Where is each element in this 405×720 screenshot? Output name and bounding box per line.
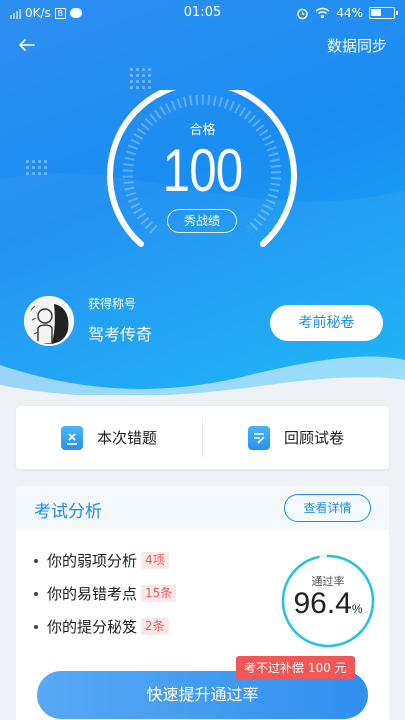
avatar[interactable]	[24, 296, 74, 346]
pass-rate-value: 96.4%	[279, 587, 377, 621]
status-bar: 0K/s B 01:05 44%	[0, 0, 405, 28]
pass-rate-number: 96.4	[293, 587, 352, 620]
compensation-badge: 考不过补偿 100 元	[236, 656, 355, 679]
title-caption: 获得称号	[88, 297, 137, 311]
count-badge: 15条	[141, 585, 177, 602]
review-paper-button[interactable]: 回顾试卷	[203, 406, 389, 469]
analysis-item-label: 你的提分秘笈	[47, 618, 138, 636]
count-badge: 4项	[141, 552, 169, 569]
user-title: 驾考传奇	[88, 325, 153, 344]
analysis-title: 考试分析	[34, 502, 102, 522]
exam-analysis-card: 考试分析 查看详情 你的弱项分析 4项 你的易错考点 15条 你的提分秘笈 2条…	[16, 486, 389, 720]
bullet	[34, 591, 38, 596]
pass-rate-unit: %	[351, 602, 363, 616]
sync-data-button[interactable]: 数据同步	[327, 35, 387, 56]
pre-exam-secret-button[interactable]: 考前秘卷	[270, 305, 383, 341]
review-paper-label: 回顾试卷	[283, 429, 344, 447]
user-avatar-icon	[26, 298, 72, 344]
battery-percent: 44%	[336, 6, 363, 20]
back-arrow-icon	[19, 39, 35, 51]
count-badge: 2条	[141, 618, 169, 635]
back-button[interactable]	[14, 32, 40, 58]
analysis-item-weak[interactable]: 你的弱项分析 4项	[34, 550, 169, 571]
bullet	[34, 558, 38, 563]
analysis-item-error-prone[interactable]: 你的易错考点 15条	[34, 583, 177, 604]
wrong-questions-button[interactable]: 本次错题	[16, 406, 202, 469]
view-details-button[interactable]: 查看详情	[284, 494, 371, 522]
wrong-questions-label: 本次错题	[96, 429, 157, 447]
battery-icon	[369, 7, 398, 19]
pass-status: 合格	[189, 123, 216, 138]
wifi-icon	[315, 7, 330, 19]
analysis-item-tips[interactable]: 你的提分秘笈 2条	[34, 616, 169, 637]
show-results-button[interactable]: 秀战绩	[167, 209, 237, 233]
actions-card: 本次错题 回顾试卷	[16, 406, 389, 469]
analysis-item-label: 你的易错考点	[47, 585, 138, 603]
result-hero: 0K/s B 01:05 44% 数据同步 合格 100 秀战绩 获得称号 驾考…	[0, 0, 405, 395]
alarm-icon	[297, 8, 309, 19]
analysis-item-label: 你的弱项分析	[47, 552, 138, 570]
wrong-questions-icon	[60, 425, 83, 450]
bullet	[34, 624, 38, 629]
review-paper-icon	[247, 425, 270, 450]
score-value: 100	[162, 137, 243, 204]
decor-dots	[130, 68, 151, 89]
